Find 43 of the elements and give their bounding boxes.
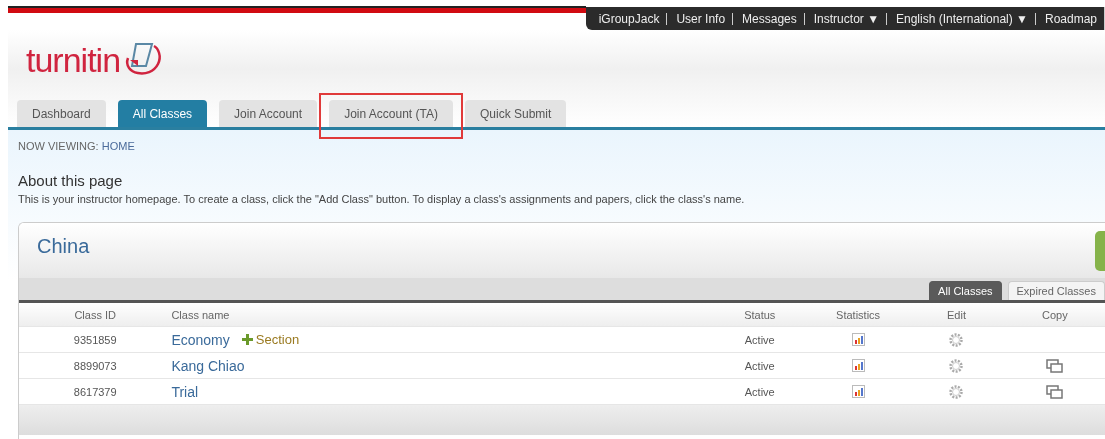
column-header: Class name bbox=[171, 308, 231, 321]
nav-link[interactable]: Messages bbox=[732, 12, 804, 25]
settings-icon[interactable] bbox=[948, 357, 965, 374]
status-text: Active bbox=[743, 333, 776, 346]
status-text: Active bbox=[743, 385, 776, 398]
settings-icon[interactable] bbox=[948, 383, 965, 400]
column-header: Edit bbox=[946, 308, 967, 321]
class-id: 9351859 bbox=[72, 333, 118, 346]
tab[interactable]: Dashboard bbox=[17, 100, 106, 127]
tab[interactable]: Join Account (TA) bbox=[329, 100, 453, 127]
bar-chart-icon[interactable] bbox=[851, 385, 865, 398]
nav-link[interactable]: Roadmap bbox=[1034, 12, 1104, 25]
tab[interactable]: All Classes bbox=[117, 100, 208, 127]
tab[interactable]: Quick Submit bbox=[464, 100, 567, 127]
nav-link[interactable]: iGroupJack bbox=[598, 12, 667, 25]
class-name-link[interactable]: Economy bbox=[171, 331, 230, 348]
tab[interactable]: Join Account bbox=[219, 100, 318, 127]
class-name-link[interactable]: Trial bbox=[171, 383, 199, 400]
class-id: 8617379 bbox=[72, 385, 118, 398]
filter-tab[interactable]: Expired Classes bbox=[1007, 281, 1105, 300]
column-header: Copy bbox=[1041, 308, 1069, 321]
copy-icon[interactable] bbox=[1046, 384, 1064, 399]
column-header: Statistics bbox=[835, 308, 882, 321]
column-header: Class ID bbox=[73, 308, 117, 321]
status-text: Active bbox=[743, 359, 776, 372]
settings-icon[interactable] bbox=[948, 331, 965, 348]
panel-title: China bbox=[37, 235, 90, 258]
bar-chart-icon[interactable] bbox=[851, 333, 865, 346]
nav-link[interactable]: User Info bbox=[666, 12, 733, 25]
breadcrumb: NOW VIEWING: HOME bbox=[18, 140, 136, 152]
section-heading: About this page bbox=[18, 172, 124, 189]
add-section-link[interactable]: Section bbox=[241, 332, 300, 347]
nav-link[interactable]: English (International) ▼ bbox=[886, 12, 1035, 25]
nav-link[interactable]: Instructor ▼ bbox=[803, 12, 886, 25]
copy-icon[interactable] bbox=[1046, 358, 1064, 373]
class-id: 8899073 bbox=[72, 359, 118, 372]
plus-icon bbox=[241, 334, 253, 345]
filter-tab[interactable]: All Classes bbox=[929, 281, 1002, 300]
description-text: This is your instructor homepage. To create a class, click the "Add Class" button. To display a class's assignments and papers, click the class's name. bbox=[18, 193, 746, 205]
bar-chart-icon[interactable] bbox=[851, 359, 865, 372]
logo-text: turnitin bbox=[26, 40, 121, 80]
class-name-link[interactable]: Kang Chiao bbox=[171, 357, 245, 374]
column-header: Status bbox=[743, 308, 777, 321]
